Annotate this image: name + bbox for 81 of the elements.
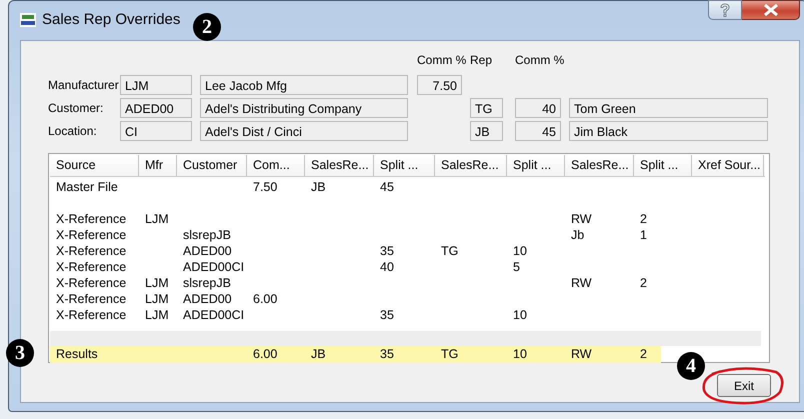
column-header[interactable]: Xref Sour... (692, 155, 764, 176)
table-cell: slsrepJB (183, 228, 231, 242)
table-cell: LJM (145, 308, 169, 322)
column-header[interactable]: Mfr (139, 155, 177, 176)
results-cell: TG (441, 347, 458, 361)
code-field[interactable]: ADED00 (120, 98, 192, 118)
column-heading: Comm % (417, 53, 466, 67)
table-cell: LJM (145, 276, 169, 290)
close-button[interactable] (742, 0, 800, 20)
table-cell: 6.00 (253, 292, 278, 306)
rep-name-field[interactable]: Tom Green (569, 98, 768, 118)
rep-commission-field[interactable]: 45 (515, 121, 561, 141)
table-cell: 1 (640, 228, 647, 242)
window-title: Sales Rep Overrides (42, 11, 180, 28)
close-icon (764, 4, 778, 16)
table-cell: slsrepJB (183, 276, 231, 290)
table-cell: X-Reference (56, 260, 126, 274)
table-cell: X-Reference (56, 228, 126, 242)
results-cell: 2 (640, 347, 647, 361)
results-cell: 35 (380, 347, 394, 361)
commission-field[interactable]: 7.50 (417, 75, 462, 95)
table-cell: 10 (513, 308, 527, 322)
rep-code-field[interactable]: TG (470, 98, 503, 118)
column-header[interactable]: Split ... (507, 155, 565, 176)
table-cell: ADED00CI (183, 260, 244, 274)
table-cell: JB (311, 180, 326, 194)
table-cell: 40 (380, 260, 394, 274)
exit-button[interactable]: Exit (717, 374, 771, 397)
table-cell: 7.50 (253, 180, 278, 194)
help-icon (719, 2, 731, 18)
rep-commission-field[interactable]: 40 (515, 98, 561, 118)
column-heading: Rep (470, 53, 492, 67)
table-cell: 10 (513, 244, 527, 258)
help-button[interactable] (708, 0, 742, 20)
table-cell: 45 (380, 180, 394, 194)
results-cell: JB (311, 347, 326, 361)
results-cell: RW (571, 347, 592, 361)
code-field[interactable]: CI (120, 121, 192, 141)
table-cell: X-Reference (56, 308, 126, 322)
table-cell: RW (571, 212, 592, 226)
table-cell: LJM (145, 292, 169, 306)
table-cell: RW (571, 276, 592, 290)
table-cell: Jb (571, 228, 584, 242)
table-cell: 2 (640, 276, 647, 290)
column-header[interactable]: Source (50, 155, 139, 176)
column-header[interactable]: Split ... (374, 155, 435, 176)
name-field[interactable]: Lee Jacob Mfg (200, 75, 408, 95)
table-cell: 5 (513, 260, 520, 274)
rep-name-field[interactable]: Jim Black (569, 121, 768, 141)
code-field[interactable]: LJM (120, 75, 192, 95)
table-cell: 2 (640, 212, 647, 226)
results-cell: 10 (513, 347, 527, 361)
table-cell: X-Reference (56, 292, 126, 306)
table-cell: X-Reference (56, 212, 126, 226)
field-label: Location: (48, 124, 97, 138)
field-label: Customer: (48, 101, 104, 115)
column-header[interactable]: SalesRe... (305, 155, 374, 176)
table-cell: ADED00 (183, 244, 232, 258)
rep-code-field[interactable]: JB (470, 121, 503, 141)
column-header[interactable]: SalesRe... (435, 155, 507, 176)
field-label: Manufacturer (48, 78, 119, 92)
name-field[interactable]: Adel's Dist / Cinci (200, 121, 408, 141)
column-header[interactable]: Customer (177, 155, 247, 176)
column-header[interactable]: SalesRe... (565, 155, 634, 176)
results-cell: 6.00 (253, 347, 278, 361)
table-cell: TG (441, 244, 458, 258)
column-header[interactable]: Split ... (634, 155, 692, 176)
column-heading: Comm % (515, 53, 564, 67)
results-row[interactable]: Results 6.00 JB 35 TG 10 RW 2 (50, 346, 661, 363)
app-logo-icon (20, 13, 36, 27)
results-cell: Results (56, 347, 98, 361)
name-field[interactable]: Adel's Distributing Company (200, 98, 408, 118)
table-cell: 35 (380, 308, 394, 322)
table-cell: 35 (380, 244, 394, 258)
table-cell: LJM (145, 212, 169, 226)
table-cell: Master File (56, 180, 118, 194)
table-cell: X-Reference (56, 244, 126, 258)
table-cell: ADED00CI (183, 308, 244, 322)
table-cell: ADED00 (183, 292, 232, 306)
table-cell: X-Reference (56, 276, 126, 290)
column-header[interactable]: Com... (247, 155, 305, 176)
